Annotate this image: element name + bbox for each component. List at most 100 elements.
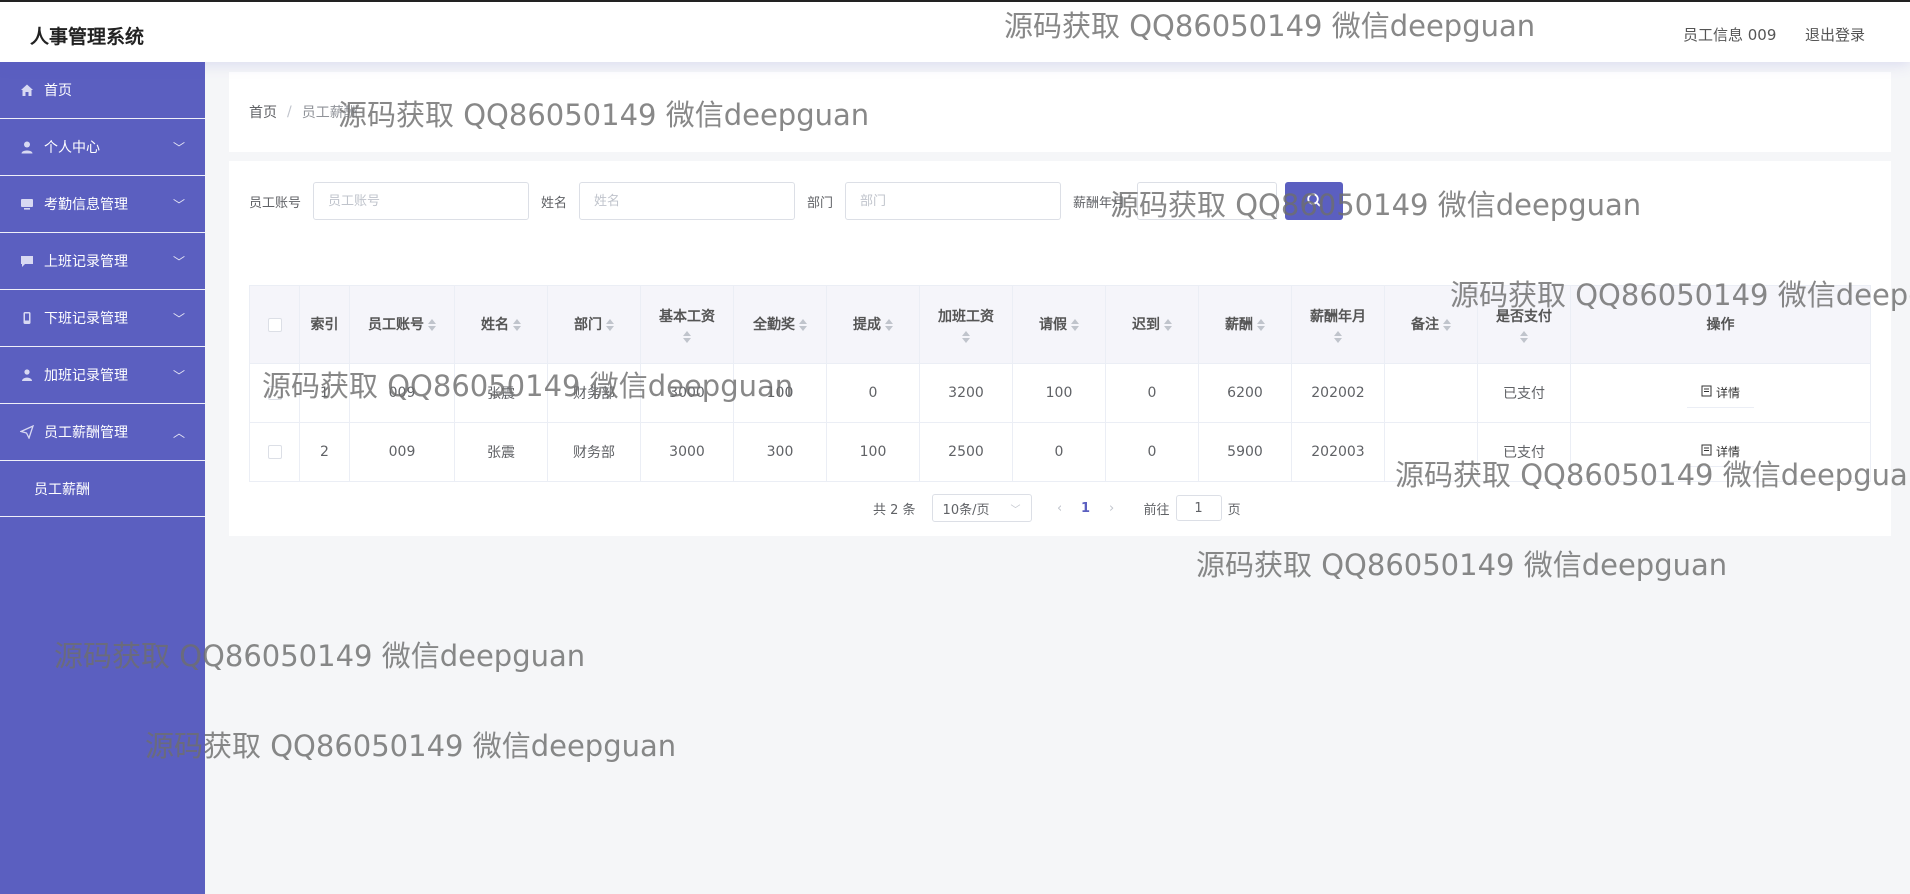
sort-icon[interactable] (962, 330, 970, 343)
account-input[interactable] (313, 182, 530, 220)
cell-commission: 0 (826, 363, 920, 423)
search-button[interactable] (1285, 182, 1344, 220)
sort-icon[interactable] (1164, 318, 1172, 331)
watermark-text: 源码获取 QQ86050149 微信deepguan (1196, 548, 1728, 582)
column-header-late[interactable]: 迟到 (1105, 285, 1199, 364)
sort-icon[interactable] (799, 318, 807, 331)
sort-icon[interactable] (885, 318, 893, 331)
detail-button[interactable]: 详情 (1686, 437, 1754, 467)
sidebar-subitem-salary[interactable]: 员工薪酬 (0, 461, 205, 517)
cell-leave: 100 (1012, 363, 1106, 423)
sort-icon[interactable] (683, 330, 691, 343)
cell-salary: 5900 (1198, 422, 1292, 482)
sort-icon[interactable] (513, 318, 521, 331)
column-header-base-salary[interactable]: 基本工资 (640, 285, 734, 364)
table-header-row: 索引 员工账号 姓名 部门 基本工资 全勤奖 提成 加班工资 请假 迟到 薪酬 … (249, 285, 1871, 364)
cell-paid: 已支付 (1477, 422, 1571, 482)
cell-account: 009 (349, 422, 455, 482)
chevron-down-icon: ﹀ (1010, 504, 1021, 516)
account-label: 员工账号 (249, 195, 302, 211)
cell-index: 2 (299, 422, 350, 482)
column-header-account[interactable]: 员工账号 (349, 285, 455, 364)
row-checkbox[interactable] (267, 445, 282, 459)
cell-overtime-pay: 3200 (919, 363, 1013, 423)
sort-icon[interactable] (1443, 318, 1451, 331)
breadcrumb-card: 首页 / 员工薪酬 (229, 72, 1891, 152)
detail-button[interactable]: 详情 (1686, 378, 1754, 408)
column-header-commission[interactable]: 提成 (826, 285, 920, 364)
sidebar-item-salary-management[interactable]: 员工薪酬管理 ︿ (0, 404, 205, 461)
sidebar-item-checkout-records[interactable]: 下班记录管理 ﹀ (0, 290, 205, 347)
name-input[interactable] (579, 182, 796, 220)
page-size-select[interactable]: 10条/页 ﹀ (931, 494, 1032, 522)
cell-base-salary: 3000 (640, 363, 734, 423)
cell-department: 财务部 (547, 422, 641, 482)
sort-icon[interactable] (606, 318, 614, 331)
sidebar-item-label: 下班记录管理 (44, 311, 128, 327)
prev-page-icon[interactable]: ‹ (1048, 501, 1072, 516)
column-header-overtime-pay[interactable]: 加班工资 (919, 285, 1013, 364)
department-input[interactable] (845, 182, 1062, 220)
next-page-icon[interactable]: › (1100, 501, 1124, 516)
select-all-checkbox[interactable] (267, 317, 282, 332)
page-size-value: 10条/页 (942, 502, 990, 518)
page-suffix: 页 (1227, 502, 1241, 518)
column-header-department[interactable]: 部门 (547, 285, 641, 364)
sidebar-item-attendance[interactable]: 考勤信息管理 ﹀ (0, 176, 205, 233)
monitor-icon (20, 197, 34, 211)
column-header-salary[interactable]: 薪酬 (1198, 285, 1292, 364)
user-info[interactable]: 员工信息 009 (1683, 24, 1776, 45)
cell-attendance-bonus: 100 (733, 363, 827, 423)
table-row: 1 009 张震 财务部 3000 100 0 3200 100 0 6200 … (249, 363, 1871, 423)
column-header-remark[interactable]: 备注 (1384, 285, 1478, 364)
search-form: 员工账号 姓名 部门 薪酬年月 (249, 181, 1344, 221)
table-row: 2 009 张震 财务部 3000 300 100 2500 0 0 5900 … (249, 422, 1871, 482)
column-header-salary-month[interactable]: 薪酬年月 (1291, 285, 1385, 364)
sort-icon[interactable] (1334, 330, 1342, 343)
sidebar-item-label: 加班记录管理 (44, 368, 128, 384)
column-header-leave[interactable]: 请假 (1012, 285, 1106, 364)
sort-icon[interactable] (428, 318, 436, 331)
cell-commission: 100 (826, 422, 920, 482)
chevron-down-icon: ﹀ (172, 141, 185, 155)
person-icon (20, 368, 34, 382)
column-header-attendance-bonus[interactable]: 全勤奖 (733, 285, 827, 364)
goto-label: 前往 (1143, 502, 1170, 518)
sort-icon[interactable] (1257, 318, 1265, 331)
sort-icon[interactable] (1071, 318, 1079, 331)
column-header-index: 索引 (299, 285, 350, 364)
phone-icon (20, 311, 34, 325)
column-header-actions: 操作 (1570, 285, 1871, 364)
cell-paid: 已支付 (1477, 363, 1571, 423)
goto-page-input[interactable] (1175, 495, 1222, 521)
breadcrumb: 首页 / 员工薪酬 (249, 102, 358, 122)
row-checkbox[interactable] (267, 386, 282, 400)
sidebar-item-label: 个人中心 (44, 140, 100, 156)
logout-link[interactable]: 退出登录 (1805, 24, 1865, 45)
sort-icon[interactable] (1520, 330, 1528, 343)
breadcrumb-home[interactable]: 首页 (249, 102, 277, 122)
sidebar-item-home[interactable]: 首页 (0, 62, 205, 119)
select-all-cell (249, 285, 300, 364)
column-header-paid[interactable]: 是否支付 (1477, 285, 1571, 364)
page-jump: 前往 页 (1144, 495, 1241, 521)
top-header: 人事管理系统 员工信息 009 退出登录 (0, 0, 1910, 62)
sidebar-item-personal-center[interactable]: 个人中心 ﹀ (0, 119, 205, 176)
sidebar-item-checkin-records[interactable]: 上班记录管理 ﹀ (0, 233, 205, 290)
cell-actions: 详情 (1570, 422, 1871, 482)
cell-salary-month: 202003 (1291, 422, 1385, 482)
cell-leave: 0 (1012, 422, 1106, 482)
column-header-name[interactable]: 姓名 (454, 285, 548, 364)
home-icon (20, 83, 34, 97)
main-card: 员工账号 姓名 部门 薪酬年月 索引 员工账号 姓名 部门 基本工资 全勤奖 (229, 161, 1891, 536)
cell-remark (1384, 422, 1478, 482)
chevron-down-icon: ﹀ (172, 369, 185, 383)
salary-table: 索引 员工账号 姓名 部门 基本工资 全勤奖 提成 加班工资 请假 迟到 薪酬 … (249, 285, 1871, 482)
salary-month-input[interactable] (1137, 182, 1278, 220)
cell-overtime-pay: 2500 (919, 422, 1013, 482)
sidebar-item-overtime-records[interactable]: 加班记录管理 ﹀ (0, 347, 205, 404)
watermark-text: 源码获取 QQ86050149 微信deepguan (145, 729, 677, 763)
sidebar-item-label: 上班记录管理 (44, 254, 128, 270)
page-number[interactable]: 1 (1072, 501, 1100, 516)
cell-salary-month: 202002 (1291, 363, 1385, 423)
